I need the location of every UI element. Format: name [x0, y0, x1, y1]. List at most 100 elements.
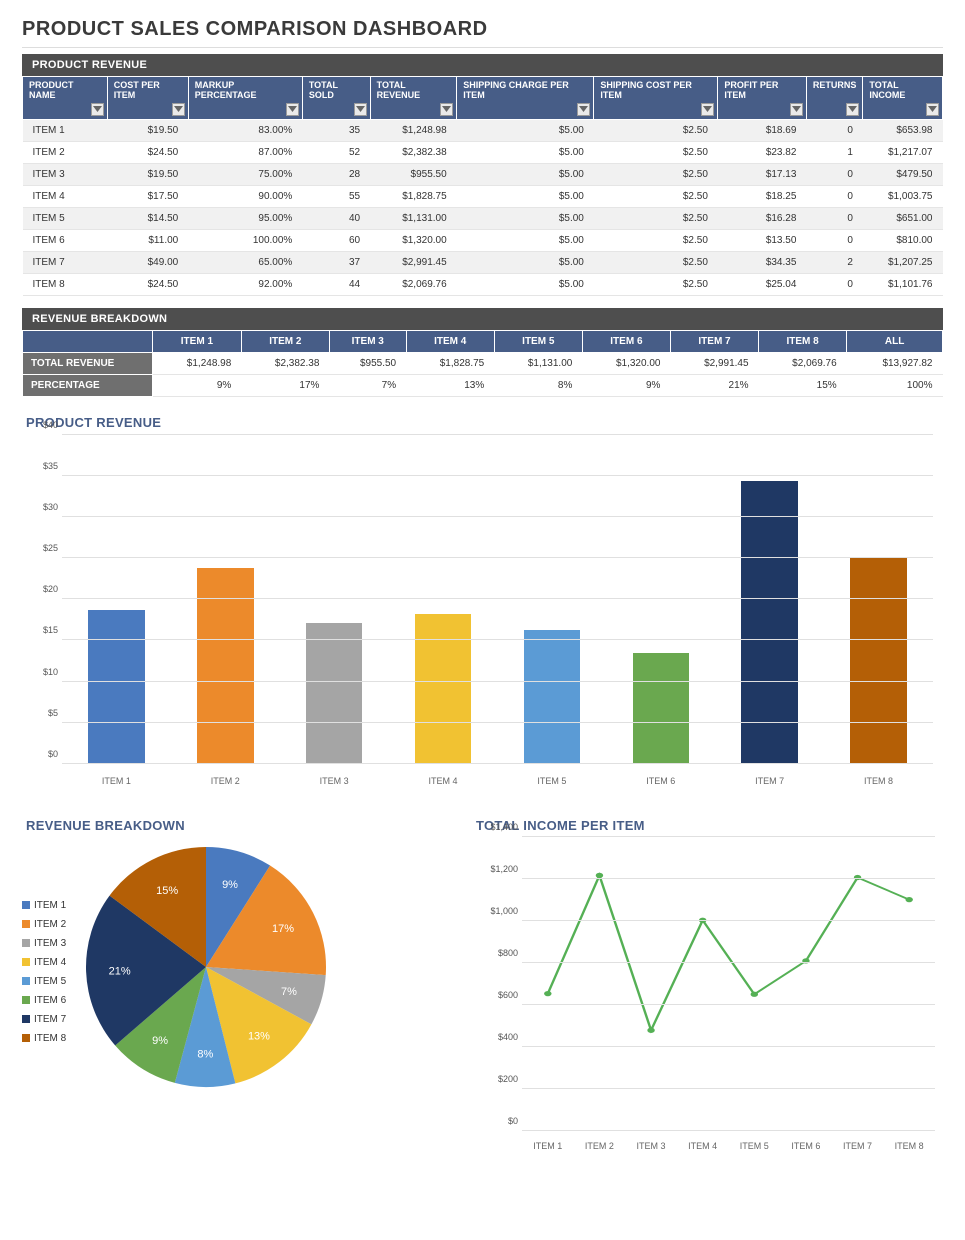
cell[interactable]: ITEM 6: [23, 229, 108, 251]
cell[interactable]: $2.50: [594, 119, 718, 141]
cell[interactable]: $5.00: [457, 163, 594, 185]
cell[interactable]: ITEM 7: [23, 251, 108, 273]
column-header[interactable]: PROFIT PER ITEM: [718, 77, 807, 120]
cell[interactable]: $5.00: [457, 273, 594, 295]
cell[interactable]: $955.50: [370, 163, 457, 185]
cell[interactable]: $34.35: [718, 251, 807, 273]
cell[interactable]: $25.04: [718, 273, 807, 295]
cell[interactable]: $1,248.98: [370, 119, 457, 141]
cell[interactable]: 8%: [494, 374, 582, 396]
cell[interactable]: $49.00: [107, 251, 188, 273]
cell[interactable]: 87.00%: [188, 141, 302, 163]
column-header[interactable]: PRODUCT NAME: [23, 77, 108, 120]
cell[interactable]: $2.50: [594, 251, 718, 273]
cell[interactable]: 21%: [670, 374, 758, 396]
cell[interactable]: $5.00: [457, 229, 594, 251]
filter-dropdown-icon[interactable]: [926, 103, 939, 116]
cell[interactable]: $2.50: [594, 207, 718, 229]
cell[interactable]: 52: [302, 141, 370, 163]
cell[interactable]: 65.00%: [188, 251, 302, 273]
cell[interactable]: $2.50: [594, 229, 718, 251]
cell[interactable]: 2: [806, 251, 863, 273]
cell[interactable]: 95.00%: [188, 207, 302, 229]
cell[interactable]: $1,131.00: [370, 207, 457, 229]
cell[interactable]: $1,101.76: [863, 273, 943, 295]
cell[interactable]: 100%: [847, 374, 943, 396]
filter-dropdown-icon[interactable]: [91, 103, 104, 116]
cell[interactable]: $2,991.45: [370, 251, 457, 273]
column-header[interactable]: RETURNS: [806, 77, 863, 120]
cell[interactable]: $2,382.38: [241, 352, 329, 374]
cell[interactable]: $19.50: [107, 163, 188, 185]
cell[interactable]: $810.00: [863, 229, 943, 251]
cell[interactable]: $651.00: [863, 207, 943, 229]
cell[interactable]: 0: [806, 273, 863, 295]
cell[interactable]: $24.50: [107, 273, 188, 295]
cell[interactable]: $5.00: [457, 141, 594, 163]
cell[interactable]: 28: [302, 163, 370, 185]
cell[interactable]: $14.50: [107, 207, 188, 229]
cell[interactable]: $479.50: [863, 163, 943, 185]
column-header[interactable]: TOTAL SOLD: [302, 77, 370, 120]
cell[interactable]: $2.50: [594, 141, 718, 163]
cell[interactable]: $16.28: [718, 207, 807, 229]
cell[interactable]: ITEM 3: [23, 163, 108, 185]
cell[interactable]: $2,991.45: [670, 352, 758, 374]
cell[interactable]: $18.25: [718, 185, 807, 207]
cell[interactable]: $5.00: [457, 185, 594, 207]
cell[interactable]: ITEM 2: [23, 141, 108, 163]
column-header[interactable]: SHIPPING CHARGE PER ITEM: [457, 77, 594, 120]
cell[interactable]: ITEM 1: [23, 119, 108, 141]
cell[interactable]: 100.00%: [188, 229, 302, 251]
cell[interactable]: 0: [806, 163, 863, 185]
cell[interactable]: 75.00%: [188, 163, 302, 185]
cell[interactable]: $5.00: [457, 207, 594, 229]
cell[interactable]: $13.50: [718, 229, 807, 251]
filter-dropdown-icon[interactable]: [354, 103, 367, 116]
filter-dropdown-icon[interactable]: [790, 103, 803, 116]
cell[interactable]: $17.13: [718, 163, 807, 185]
cell[interactable]: 35: [302, 119, 370, 141]
cell[interactable]: 92.00%: [188, 273, 302, 295]
cell[interactable]: $19.50: [107, 119, 188, 141]
column-header[interactable]: COST PER ITEM: [107, 77, 188, 120]
cell[interactable]: 37: [302, 251, 370, 273]
cell[interactable]: $5.00: [457, 251, 594, 273]
filter-dropdown-icon[interactable]: [846, 103, 859, 116]
cell[interactable]: 17%: [241, 374, 329, 396]
cell[interactable]: $2,069.76: [370, 273, 457, 295]
cell[interactable]: 0: [806, 229, 863, 251]
column-header[interactable]: MARKUP PERCENTAGE: [188, 77, 302, 120]
cell[interactable]: 83.00%: [188, 119, 302, 141]
cell[interactable]: 40: [302, 207, 370, 229]
cell[interactable]: $2.50: [594, 185, 718, 207]
cell[interactable]: $2,382.38: [370, 141, 457, 163]
cell[interactable]: $24.50: [107, 141, 188, 163]
cell[interactable]: 9%: [582, 374, 670, 396]
cell[interactable]: 0: [806, 207, 863, 229]
cell[interactable]: $17.50: [107, 185, 188, 207]
cell[interactable]: $23.82: [718, 141, 807, 163]
cell[interactable]: $1,217.07: [863, 141, 943, 163]
cell[interactable]: 44: [302, 273, 370, 295]
cell[interactable]: $2.50: [594, 273, 718, 295]
cell[interactable]: 13%: [406, 374, 494, 396]
cell[interactable]: $1,320.00: [370, 229, 457, 251]
cell[interactable]: 1: [806, 141, 863, 163]
column-header[interactable]: TOTAL INCOME: [863, 77, 943, 120]
filter-dropdown-icon[interactable]: [440, 103, 453, 116]
cell[interactable]: 55: [302, 185, 370, 207]
cell[interactable]: $1,003.75: [863, 185, 943, 207]
filter-dropdown-icon[interactable]: [577, 103, 590, 116]
cell[interactable]: $1,131.00: [494, 352, 582, 374]
cell[interactable]: $5.00: [457, 119, 594, 141]
cell[interactable]: ITEM 8: [23, 273, 108, 295]
cell[interactable]: $653.98: [863, 119, 943, 141]
filter-dropdown-icon[interactable]: [172, 103, 185, 116]
cell[interactable]: $955.50: [329, 352, 406, 374]
cell[interactable]: $18.69: [718, 119, 807, 141]
cell[interactable]: $1,207.25: [863, 251, 943, 273]
column-header[interactable]: SHIPPING COST PER ITEM: [594, 77, 718, 120]
cell[interactable]: $1,320.00: [582, 352, 670, 374]
cell[interactable]: $2.50: [594, 163, 718, 185]
